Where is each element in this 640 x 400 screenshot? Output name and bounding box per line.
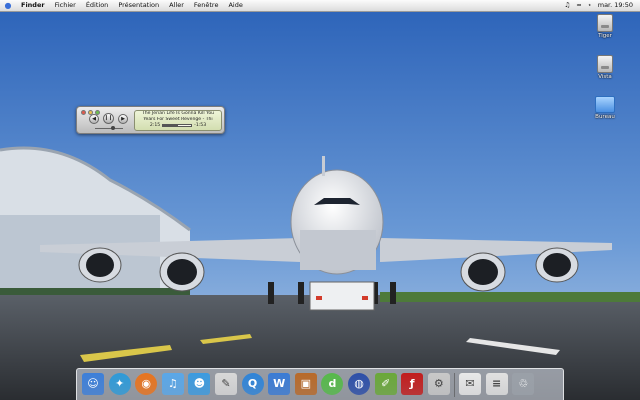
menu-aller[interactable]: Aller bbox=[164, 0, 189, 11]
dock-item-network-globe[interactable]: ◍ bbox=[347, 372, 371, 396]
apple-icon[interactable]: ● bbox=[0, 0, 16, 11]
elapsed-time: 2:15 bbox=[149, 123, 161, 128]
dock-item-finder[interactable]: ☺ bbox=[81, 372, 105, 396]
itunes-icon: ♫ bbox=[161, 373, 184, 395]
close-button[interactable] bbox=[81, 110, 86, 115]
volume-icon[interactable]: ♫ bbox=[561, 0, 573, 11]
now-playing-display[interactable]: The Jerian Life Is Gonna Kill You Years … bbox=[134, 110, 222, 131]
firefox-icon: ◉ bbox=[135, 373, 158, 395]
menu-edition[interactable]: Édition bbox=[81, 0, 114, 11]
system-preferences-icon: ⚙ bbox=[427, 373, 450, 395]
menu-bar: ● Finder Fichier Édition Présentation Al… bbox=[0, 0, 640, 12]
network-globe-icon: ◍ bbox=[348, 373, 370, 395]
word-icon: W bbox=[268, 373, 291, 395]
dock-item-word[interactable]: W bbox=[267, 372, 291, 396]
progress-fill bbox=[163, 125, 179, 127]
volume-track bbox=[95, 128, 123, 129]
document-icon: ≡ bbox=[485, 373, 508, 395]
menu-extras: ♫ ≈ ⋆ mar. 19:50 bbox=[561, 0, 640, 11]
next-track-button[interactable]: ▶ bbox=[118, 114, 128, 124]
menu-fichier[interactable]: Fichier bbox=[50, 0, 81, 11]
dock-item-dreamweaver[interactable]: d bbox=[320, 372, 344, 396]
menu-clock[interactable]: mar. 19:50 bbox=[595, 0, 636, 11]
bluetooth-icon[interactable]: ⋆ bbox=[585, 0, 595, 11]
dock-item-msn-messenger[interactable]: ☻ bbox=[187, 372, 211, 396]
dock: ☺ ✦ ◉ ♫ ☻ ✎ Q W ▣ d ◍ ✐ ƒ ⚙ ✉ ≡ ♲ bbox=[76, 368, 564, 400]
photo-viewer-icon: ▣ bbox=[294, 373, 317, 395]
dock-item-system-preferences[interactable]: ⚙ bbox=[427, 372, 451, 396]
menu-finder[interactable]: Finder bbox=[16, 0, 50, 11]
menu-presentation[interactable]: Présentation bbox=[113, 0, 164, 11]
finder-icon: ☺ bbox=[82, 373, 104, 395]
dreamweaver-icon: d bbox=[321, 373, 344, 395]
hard-disk-icon bbox=[597, 55, 613, 73]
track-album: Years For Sweet Revenge - Thi bbox=[143, 116, 213, 122]
menu-aide[interactable]: Aide bbox=[223, 0, 247, 11]
menu-fenetre[interactable]: Fenêtre bbox=[189, 0, 224, 11]
desktop-icon-vista[interactable]: Vista bbox=[585, 55, 625, 80]
msn-messenger-icon: ☻ bbox=[188, 373, 211, 395]
desktop-icon-label: Bureau bbox=[595, 114, 615, 120]
playback-progress: 2:15 -1:53 bbox=[135, 123, 221, 129]
safari-icon: ✦ bbox=[108, 373, 131, 395]
mail-icon: ✉ bbox=[459, 373, 481, 395]
dock-item-safari[interactable]: ✦ bbox=[108, 372, 132, 396]
wifi-icon[interactable]: ≈ bbox=[573, 0, 584, 11]
dock-item-itunes[interactable]: ♫ bbox=[161, 372, 185, 396]
volume-slider[interactable] bbox=[90, 126, 128, 130]
dock-item-dashboard[interactable]: ✐ bbox=[374, 372, 398, 396]
textedit-icon: ✎ bbox=[215, 373, 237, 395]
desktop-icon-bureau[interactable]: Bureau bbox=[585, 96, 625, 120]
desktop-wallpaper bbox=[0, 0, 640, 400]
dock-item-flash[interactable]: ƒ bbox=[400, 372, 424, 396]
desktop-icon-tiger[interactable]: Tiger bbox=[585, 14, 625, 39]
volume-knob[interactable] bbox=[110, 126, 115, 130]
hard-disk-icon bbox=[597, 14, 613, 32]
remaining-time: -1:53 bbox=[194, 123, 207, 128]
flash-icon: ƒ bbox=[401, 373, 424, 395]
dock-item-textedit[interactable]: ✎ bbox=[214, 372, 238, 396]
folder-icon bbox=[595, 96, 615, 113]
dock-item-photo-viewer[interactable]: ▣ bbox=[294, 372, 318, 396]
dock-item-mail[interactable]: ✉ bbox=[458, 372, 482, 396]
dock-item-firefox[interactable]: ◉ bbox=[134, 372, 158, 396]
previous-track-button[interactable]: ◀ bbox=[89, 114, 99, 124]
dashboard-icon: ✐ bbox=[374, 373, 397, 395]
progress-bar[interactable] bbox=[162, 124, 193, 128]
quicktime-icon: Q bbox=[241, 373, 264, 395]
pause-button[interactable]: ❙❙ bbox=[103, 113, 114, 124]
track-title: The Jerian Life Is Gonna Kill You bbox=[141, 111, 215, 116]
dock-separator bbox=[454, 373, 455, 397]
dock-item-trash[interactable]: ♲ bbox=[511, 372, 535, 396]
trash-icon: ♲ bbox=[512, 373, 535, 395]
desktop-icon-label: Vista bbox=[598, 74, 612, 80]
itunes-mini-player[interactable]: ◀ ❙❙ ▶ The Jerian Life Is Gonna Kill You… bbox=[76, 106, 225, 134]
dock-item-quicktime[interactable]: Q bbox=[241, 372, 265, 396]
dock-item-document[interactable]: ≡ bbox=[485, 372, 509, 396]
desktop-icon-label: Tiger bbox=[598, 33, 612, 39]
